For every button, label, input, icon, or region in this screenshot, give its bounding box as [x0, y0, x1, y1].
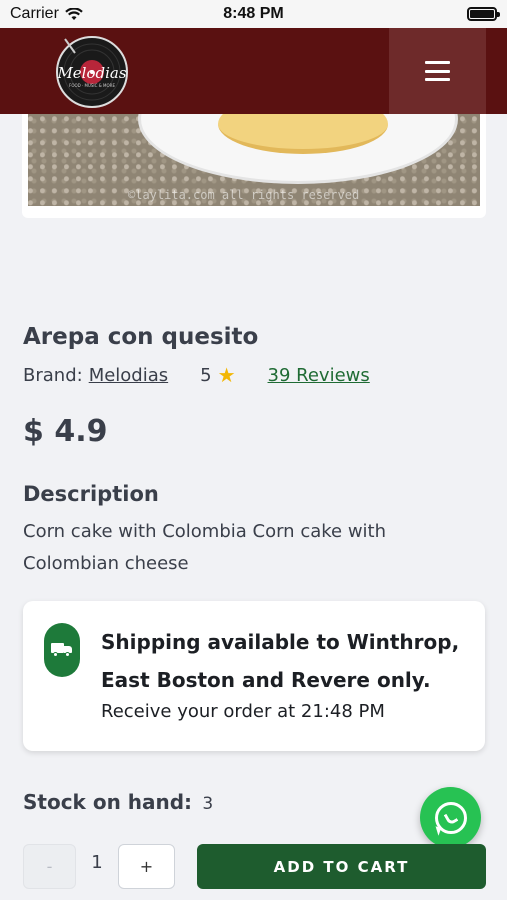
melodias-logo[interactable]: Melodias FOOD · MUSIC & MORE — [55, 35, 129, 109]
truck-icon — [44, 623, 80, 677]
status-bar: Carrier 8:48 PM — [0, 0, 507, 28]
stock-label: Stock on hand: — [23, 790, 193, 814]
product-image-card: ©laylita.com all rights reserved — [22, 114, 486, 218]
whatsapp-button[interactable] — [420, 787, 481, 848]
hamburger-menu-icon — [425, 61, 450, 81]
battery-icon — [467, 7, 500, 21]
reviews-link[interactable]: 39 Reviews — [268, 365, 370, 386]
brand-link[interactable]: Melodias — [89, 365, 168, 386]
site-header: Melodias FOOD · MUSIC & MORE — [0, 28, 507, 114]
star-icon: ★ — [217, 363, 236, 387]
status-left: Carrier — [10, 5, 83, 23]
svg-text:FOOD · MUSIC & MORE: FOOD · MUSIC & MORE — [69, 83, 115, 88]
image-watermark: ©laylita.com all rights reserved — [128, 188, 360, 202]
menu-button[interactable] — [389, 28, 486, 114]
rating: 5 ★ — [200, 363, 235, 387]
product-price: $ 4.9 — [23, 414, 108, 449]
description-text: Corn cake with Colombia Corn cake with C… — [23, 521, 387, 574]
stock-on-hand: Stock on hand: 3 — [23, 790, 213, 814]
quantity-value: 1 — [91, 852, 103, 873]
status-time: 8:48 PM — [223, 5, 284, 22]
brand-label: Brand: — [23, 364, 83, 386]
quantity-increment-button[interactable]: + — [118, 844, 175, 889]
product-image[interactable]: ©laylita.com all rights reserved — [28, 114, 480, 206]
shipping-subtext: Receive your order at 21:48 PM — [101, 701, 385, 722]
quantity-decrement-button[interactable]: - — [23, 844, 76, 889]
shipping-headline: Shipping available to Winthrop, East Bos… — [101, 630, 460, 692]
wifi-icon — [65, 7, 83, 20]
whatsapp-icon — [434, 801, 467, 834]
svg-text:Melodias: Melodias — [56, 64, 126, 82]
stock-value: 3 — [202, 794, 214, 814]
rating-value: 5 — [200, 364, 212, 386]
carrier-label: Carrier — [10, 5, 59, 22]
description-title: Description — [23, 482, 159, 506]
brand-row: Brand: Melodias 5 ★ 39 Reviews — [23, 363, 370, 387]
add-to-cart-button[interactable]: ADD TO CART — [197, 844, 486, 889]
product-title: Arepa con quesito — [23, 324, 259, 350]
shipping-card: Shipping available to Winthrop, East Bos… — [23, 601, 485, 751]
